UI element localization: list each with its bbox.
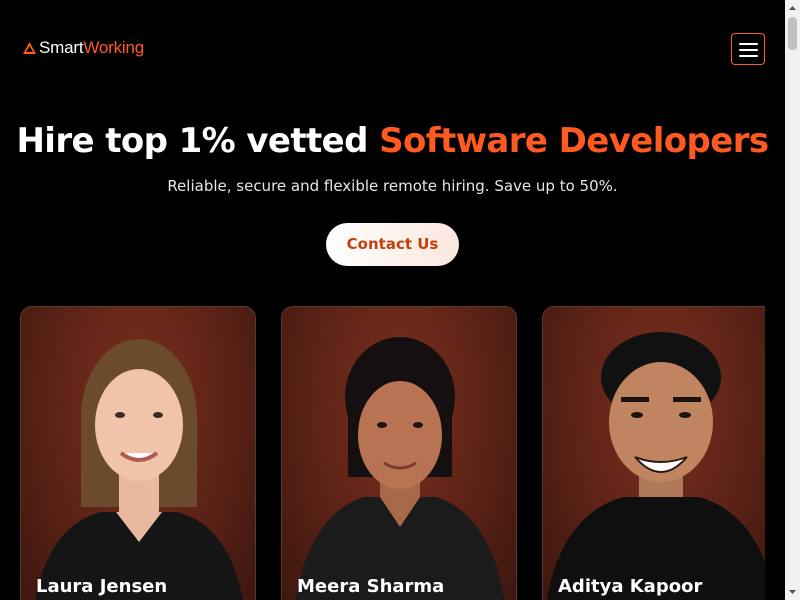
developer-name: Meera Sharma [297, 576, 445, 597]
developer-photo [546, 332, 765, 600]
site-header: SmartWorking [0, 0, 785, 96]
contact-us-button[interactable]: Contact Us [326, 223, 459, 266]
scroll-up-arrow-icon[interactable] [785, 0, 800, 15]
developer-name: Aditya Kapoor [558, 576, 703, 597]
developer-name: Laura Jensen [36, 576, 168, 597]
scroll-thumb[interactable] [788, 17, 797, 50]
hero-title-accent: Software Developers [379, 121, 769, 161]
hero-title-prefix: Hire top 1% vetted [16, 121, 380, 161]
developer-photo [295, 337, 505, 600]
hero-title: Hire top 1% vetted Software Developers [0, 121, 785, 161]
hero-subtitle: Reliable, secure and flexible remote hir… [167, 177, 618, 195]
logo-triangle-icon [23, 42, 36, 54]
developer-card[interactable]: Meera Sharma [281, 306, 517, 600]
menu-button[interactable] [731, 33, 765, 65]
developer-photo [34, 339, 244, 600]
smartworking-logo[interactable]: SmartWorking [22, 38, 144, 58]
developer-card[interactable]: Aditya Kapoor [542, 306, 765, 600]
hamburger-icon [739, 43, 758, 45]
developer-card[interactable]: Laura Jensen [20, 306, 256, 600]
developer-cards: Laura Jensen Meera Sharma Aditya Kapoor [20, 306, 765, 600]
logo-text: SmartWorking [39, 38, 144, 57]
scroll-down-arrow-icon[interactable] [785, 585, 800, 600]
page-scrollbar[interactable] [785, 0, 800, 600]
